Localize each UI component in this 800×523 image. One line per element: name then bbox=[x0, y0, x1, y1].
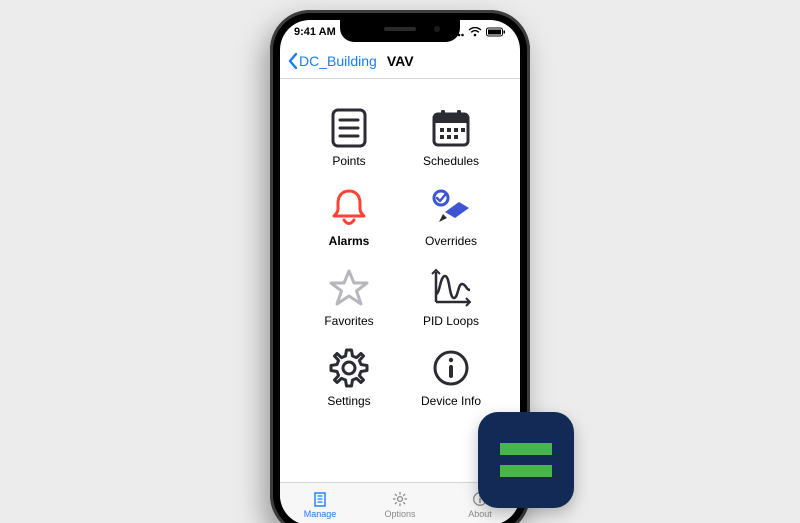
app-icon-bar bbox=[500, 465, 552, 477]
alarms-icon bbox=[327, 186, 371, 230]
phone-notch bbox=[340, 20, 460, 42]
building-icon bbox=[312, 490, 328, 508]
tile-pid-loops[interactable]: PID Loops bbox=[412, 266, 490, 328]
tile-favorites[interactable]: Favorites bbox=[310, 266, 388, 328]
tab-label: About bbox=[468, 509, 492, 519]
tile-label: Schedules bbox=[423, 154, 479, 168]
tile-label: Points bbox=[332, 154, 365, 168]
tile-label: Favorites bbox=[324, 314, 373, 328]
battery-icon bbox=[486, 27, 506, 37]
tile-label: PID Loops bbox=[423, 314, 479, 328]
app-icon-badge bbox=[478, 412, 574, 508]
tab-options[interactable]: Options bbox=[360, 483, 440, 523]
tile-device-info[interactable]: Device Info bbox=[412, 346, 490, 408]
tile-label: Settings bbox=[327, 394, 370, 408]
overrides-icon bbox=[429, 186, 473, 230]
tab-label: Manage bbox=[304, 509, 337, 519]
tile-settings[interactable]: Settings bbox=[310, 346, 388, 408]
tile-alarms[interactable]: Alarms bbox=[310, 186, 388, 248]
tile-points[interactable]: Points bbox=[310, 106, 388, 168]
tile-label: Device Info bbox=[421, 394, 481, 408]
wifi-icon bbox=[468, 27, 482, 37]
tile-label: Overrides bbox=[425, 234, 477, 248]
settings-icon bbox=[327, 346, 371, 390]
schedules-icon bbox=[429, 106, 473, 150]
tile-schedules[interactable]: Schedules bbox=[412, 106, 490, 168]
back-label: DC_Building bbox=[299, 53, 377, 69]
app-icon-bar bbox=[500, 443, 552, 455]
points-icon bbox=[327, 106, 371, 150]
status-time: 9:41 AM bbox=[294, 26, 336, 38]
tab-manage[interactable]: Manage bbox=[280, 483, 360, 523]
chevron-left-icon bbox=[286, 52, 300, 70]
tile-label: Alarms bbox=[329, 234, 370, 248]
pid-loops-icon bbox=[429, 266, 473, 310]
nav-bar: DC_Building VAV bbox=[280, 44, 520, 79]
device-info-icon bbox=[429, 346, 473, 390]
back-button[interactable]: DC_Building bbox=[286, 52, 377, 70]
tab-label: Options bbox=[384, 509, 415, 519]
page-title: VAV bbox=[387, 53, 414, 69]
favorites-icon bbox=[327, 266, 371, 310]
tile-overrides[interactable]: Overrides bbox=[412, 186, 490, 248]
gear-icon bbox=[392, 490, 408, 508]
